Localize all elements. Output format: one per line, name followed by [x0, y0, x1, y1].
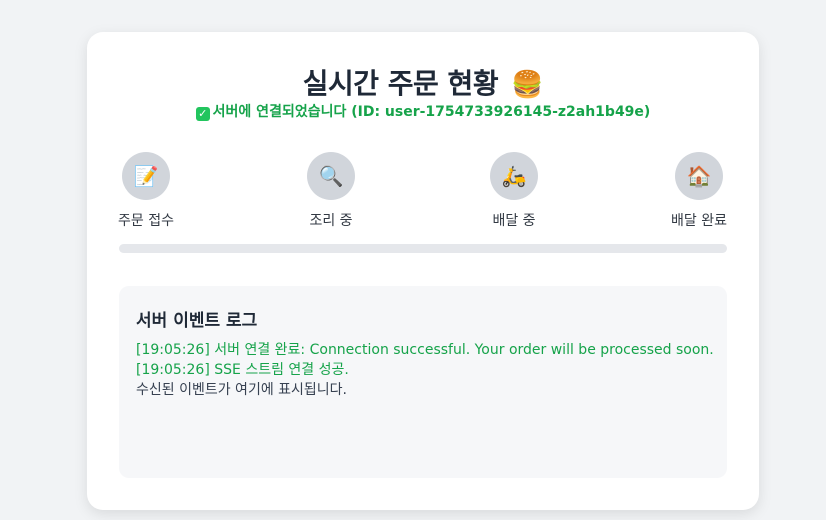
connection-status: ✓ 서버에 연결되었습니다 (ID: user-1754733926145-z2a…: [87, 101, 759, 121]
order-status-card: 실시간 주문 현황 🍔 ✓ 서버에 연결되었습니다 (ID: user-17547…: [87, 32, 759, 510]
step-label: 배달 완료: [671, 213, 727, 229]
step-label: 조리 중: [309, 213, 353, 229]
log-entry: [19:05:26] SSE 스트림 연결 성공.: [136, 362, 349, 378]
house-icon: 🏠: [675, 152, 723, 200]
step-order-received: 📝 주문 접수: [101, 152, 191, 230]
memo-icon: 📝: [122, 152, 170, 200]
event-log-list: [19:05:26] 서버 연결 완료: Connection successf…: [136, 340, 714, 400]
check-mark-icon: ✓: [195, 107, 210, 121]
progress-bar: [119, 244, 727, 253]
burger-icon: 🍔: [511, 70, 544, 100]
log-placeholder: 수신된 이벤트가 여기에 표시됩니다.: [136, 382, 347, 398]
step-cooking: 🔍 조리 중: [286, 152, 376, 230]
title-text: 실시간 주문 현황: [302, 67, 499, 100]
event-log-title: 서버 이벤트 로그: [136, 311, 258, 331]
magnifier-icon: 🔍: [307, 152, 355, 200]
scooter-icon: 🛵: [490, 152, 538, 200]
connection-status-text: 서버에 연결되었습니다 (ID: user-1754733926145-z2ah…: [212, 104, 651, 120]
page-title: 실시간 주문 현황 🍔: [87, 62, 759, 102]
step-label: 주문 접수: [118, 213, 174, 229]
step-delivered: 🏠 배달 완료: [654, 152, 744, 230]
log-entry: [19:05:26] 서버 연결 완료: Connection successf…: [136, 342, 714, 358]
step-delivering: 🛵 배달 중: [469, 152, 559, 230]
step-label: 배달 중: [492, 213, 536, 229]
event-log-panel: 서버 이벤트 로그 [19:05:26] 서버 연결 완료: Connectio…: [119, 286, 727, 478]
